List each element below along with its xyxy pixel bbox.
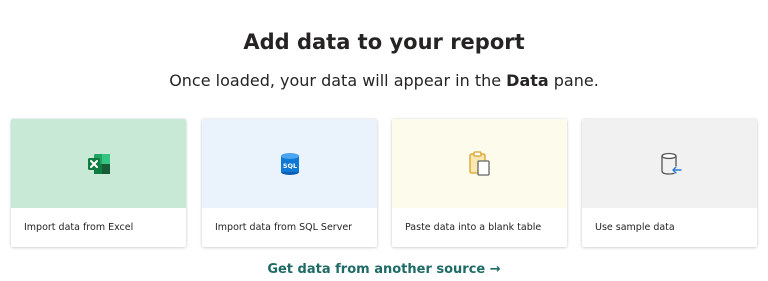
excel-icon <box>87 153 110 174</box>
card-illustration: SQL <box>202 119 377 208</box>
subtitle-data-word: Data <box>506 71 549 90</box>
data-source-cards: Import data from Excel SQL Import data f… <box>11 119 759 247</box>
subtitle-text-end: pane. <box>548 71 599 90</box>
page-title: Add data to your report <box>243 30 525 54</box>
card-illustration <box>582 119 757 208</box>
card-label: Paste data into a blank table <box>405 222 542 233</box>
card-illustration <box>11 119 186 208</box>
card-illustration <box>392 119 567 208</box>
paste-data-card[interactable]: Paste data into a blank table <box>392 119 567 247</box>
sample-data-card[interactable]: Use sample data <box>582 119 757 247</box>
card-label: Import data from Excel <box>24 222 134 233</box>
sql-icon-text: SQL <box>282 162 296 170</box>
sql-database-icon: SQL <box>280 152 299 175</box>
card-label: Import data from SQL Server <box>215 222 353 233</box>
card-label: Use sample data <box>595 222 675 233</box>
get-data-other-source-link[interactable]: Get data from another source → <box>0 262 768 277</box>
import-sql-server-card[interactable]: SQL Import data from SQL Server <box>202 119 377 247</box>
subtitle-text-start: Once loaded, your data will appear in th… <box>169 71 507 90</box>
database-arrow-icon <box>660 152 682 175</box>
import-excel-card[interactable]: Import data from Excel <box>11 119 186 247</box>
clipboard-paste-icon <box>468 150 490 176</box>
page-subtitle: Once loaded, your data will appear in th… <box>0 71 768 90</box>
